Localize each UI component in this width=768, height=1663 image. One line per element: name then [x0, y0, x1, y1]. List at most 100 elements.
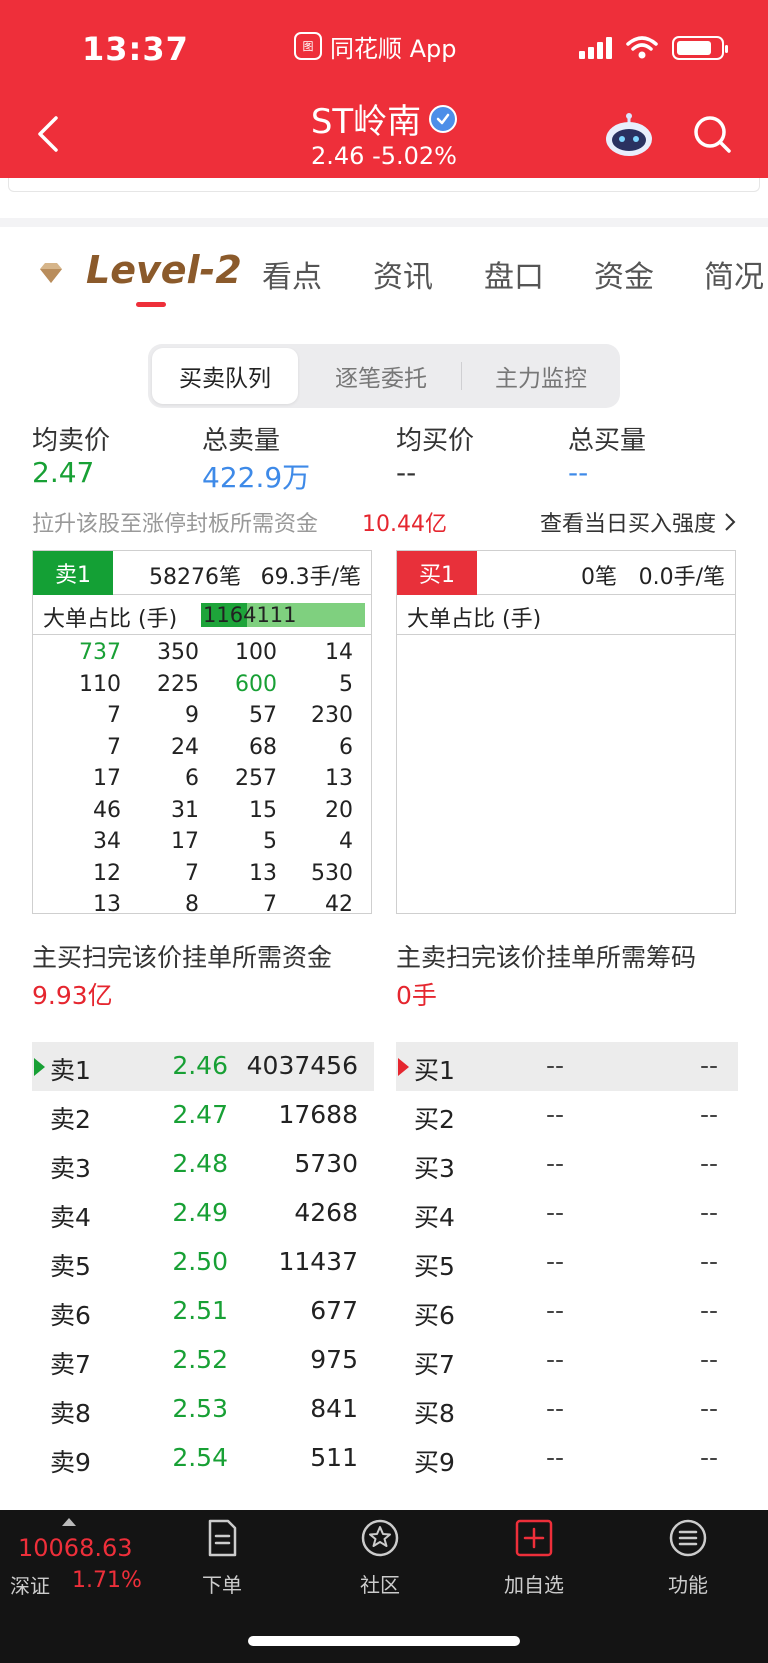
current-level-marker-icon: [34, 1058, 45, 1076]
app-logo-icon: 图: [294, 32, 322, 60]
verified-icon: [429, 104, 458, 133]
buy-queue-box: 买1 0笔 0.0手/笔 大单占比 (手): [396, 550, 736, 914]
sell-queue-box: 卖1 58276笔 69.3手/笔 大单占比 (手) 1164111 737 35…: [32, 550, 372, 917]
buy-strength-link-label: 查看当日买入强度: [539, 512, 716, 537]
level-volume: 11437: [278, 1247, 358, 1276]
level-label: 卖2: [50, 1105, 91, 1134]
queue-order-row: 34 17 5 4: [33, 826, 371, 858]
home-indicator[interactable]: [248, 1636, 520, 1646]
level-volume: --: [699, 1100, 718, 1129]
tab-news[interactable]: 资讯: [373, 252, 433, 296]
seg-main-monitor[interactable]: 主力监控: [466, 348, 616, 404]
level-volume: 4268: [294, 1198, 358, 1227]
sell-level-row[interactable]: 卖1 2.46 4037456: [32, 1042, 374, 1091]
diamond-icon: [40, 263, 62, 283]
queue-order-cell: 225: [157, 671, 199, 697]
tab-level2[interactable]: Level-2: [86, 248, 242, 292]
buy-level-row[interactable]: 买5 -- --: [396, 1238, 738, 1287]
buy-level-row[interactable]: 买3 -- --: [396, 1140, 738, 1189]
queue-order-cell: 257: [235, 766, 277, 791]
level-volume: --: [699, 1149, 718, 1178]
tab-funds[interactable]: 资金: [594, 252, 654, 296]
sell-queue-per-order: 69.3手/笔: [260, 565, 361, 590]
queue-order-cell: 9: [185, 703, 199, 728]
queue-segmented-control: 买卖队列 逐笔委托 主力监控: [148, 344, 620, 408]
queue-order-row: 737 350 100 14: [33, 637, 371, 669]
nav-community[interactable]: 社区: [330, 1518, 430, 1598]
buy-sweep-label: 主买扫完该价挂单所需资金: [32, 943, 333, 972]
sell-level-row[interactable]: 卖9 2.54 511: [32, 1434, 374, 1483]
buy-level-row[interactable]: 买9 -- --: [396, 1434, 738, 1483]
buy-level-row[interactable]: 买7 -- --: [396, 1336, 738, 1385]
index-value: 10068.63: [18, 1534, 133, 1562]
queue-order-cell: 7: [263, 892, 277, 917]
buy-order-book: 买1 -- -- 买2 -- -- 买3 -- -- 买4 -- -- 买5 -- -- 买6 -- -- 买7 --…: [396, 1042, 738, 1483]
queue-order-cell: 68: [249, 734, 277, 760]
sell-level-row[interactable]: 卖7 2.52 975: [32, 1336, 374, 1385]
level-price: 2.52: [172, 1345, 228, 1374]
queue-order-row: 17 6 257 13: [33, 763, 371, 795]
sell-level-row[interactable]: 卖2 2.47 17688: [32, 1091, 374, 1140]
level-label: 买8: [414, 1399, 455, 1428]
level-volume: --: [699, 1296, 718, 1325]
level-label: 卖3: [50, 1154, 91, 1183]
level-label: 买2: [414, 1105, 455, 1134]
level-label: 买7: [414, 1350, 455, 1379]
queue-order-cell: 13: [249, 860, 277, 886]
queue-order-row: 7 24 68 6: [33, 732, 371, 764]
level-price: 2.54: [172, 1443, 228, 1472]
search-icon[interactable]: [692, 114, 732, 154]
sell-level-row[interactable]: 卖5 2.50 11437: [32, 1238, 374, 1287]
bottom-toolbar: 10068.63 深证 1.71% 下单 社区 加自选 功能: [0, 1510, 768, 1663]
status-time: 13:37: [82, 30, 189, 68]
limit-up-info-row: 拉升该股至涨停封板所需资金 10.44亿 查看当日买入强度: [32, 506, 736, 538]
active-tab-indicator: [136, 302, 166, 307]
status-icons: [579, 36, 728, 60]
add-watchlist-icon: [515, 1519, 553, 1557]
queue-order-cell: 8: [185, 892, 199, 917]
sell-level-row[interactable]: 卖4 2.49 4268: [32, 1189, 374, 1238]
level-price: 2.46: [172, 1051, 228, 1080]
total-sell-label: 总卖量: [202, 426, 281, 456]
queue-order-row: 13 8 7 42: [33, 889, 371, 921]
level-volume: --: [699, 1443, 718, 1472]
nav-order[interactable]: 下单: [172, 1518, 272, 1598]
level-volume: 4037456: [246, 1051, 358, 1080]
level-label: 卖5: [50, 1252, 91, 1281]
level-volume: 17688: [278, 1100, 358, 1129]
back-to-app-indicator[interactable]: 图 同花顺 App: [294, 30, 457, 63]
level-label: 买1: [414, 1056, 455, 1085]
queue-order-cell: 5: [339, 671, 353, 697]
buy-level-row[interactable]: 买4 -- --: [396, 1189, 738, 1238]
queue-order-cell: 24: [171, 734, 199, 760]
level-label: 卖9: [50, 1448, 91, 1477]
caret-up-icon: [62, 1518, 76, 1526]
sell-level-row[interactable]: 卖6 2.51 677: [32, 1287, 374, 1336]
buy-level-row[interactable]: 买6 -- --: [396, 1287, 738, 1336]
seg-buy-sell-queue[interactable]: 买卖队列: [152, 348, 298, 404]
seg-tick-orders[interactable]: 逐笔委托: [306, 348, 456, 404]
sell-level-row[interactable]: 卖3 2.48 5730: [32, 1140, 374, 1189]
queue-order-cell: 46: [93, 797, 121, 823]
level-price: --: [546, 1149, 565, 1178]
seg-divider: [461, 362, 462, 390]
tab-quotes[interactable]: 盘口: [484, 252, 544, 296]
queue-order-cell: 13: [325, 766, 353, 791]
queue-order-cell: 530: [311, 860, 353, 886]
robot-icon[interactable]: [604, 112, 654, 158]
cellular-signal-icon: [579, 37, 612, 59]
nav-add-watchlist[interactable]: 加自选: [484, 1518, 584, 1598]
buy-level-row[interactable]: 买8 -- --: [396, 1385, 738, 1434]
buy-level-row[interactable]: 买1 -- --: [396, 1042, 738, 1091]
queue-order-row: 110 225 600 5: [33, 669, 371, 701]
sell-level-row[interactable]: 卖8 2.53 841: [32, 1385, 374, 1434]
buy-level-row[interactable]: 买2 -- --: [396, 1091, 738, 1140]
tab-profile[interactable]: 简况: [704, 252, 764, 296]
queue-order-row: 12 7 13 530: [33, 858, 371, 890]
queue-order-cell: 6: [185, 766, 199, 791]
tab-highlights[interactable]: 看点: [262, 252, 322, 296]
nav-functions[interactable]: 功能: [638, 1518, 738, 1598]
queue-order-cell: 42: [325, 892, 353, 917]
buy-strength-link[interactable]: 查看当日买入强度: [540, 506, 736, 538]
level-label: 买5: [414, 1252, 455, 1281]
